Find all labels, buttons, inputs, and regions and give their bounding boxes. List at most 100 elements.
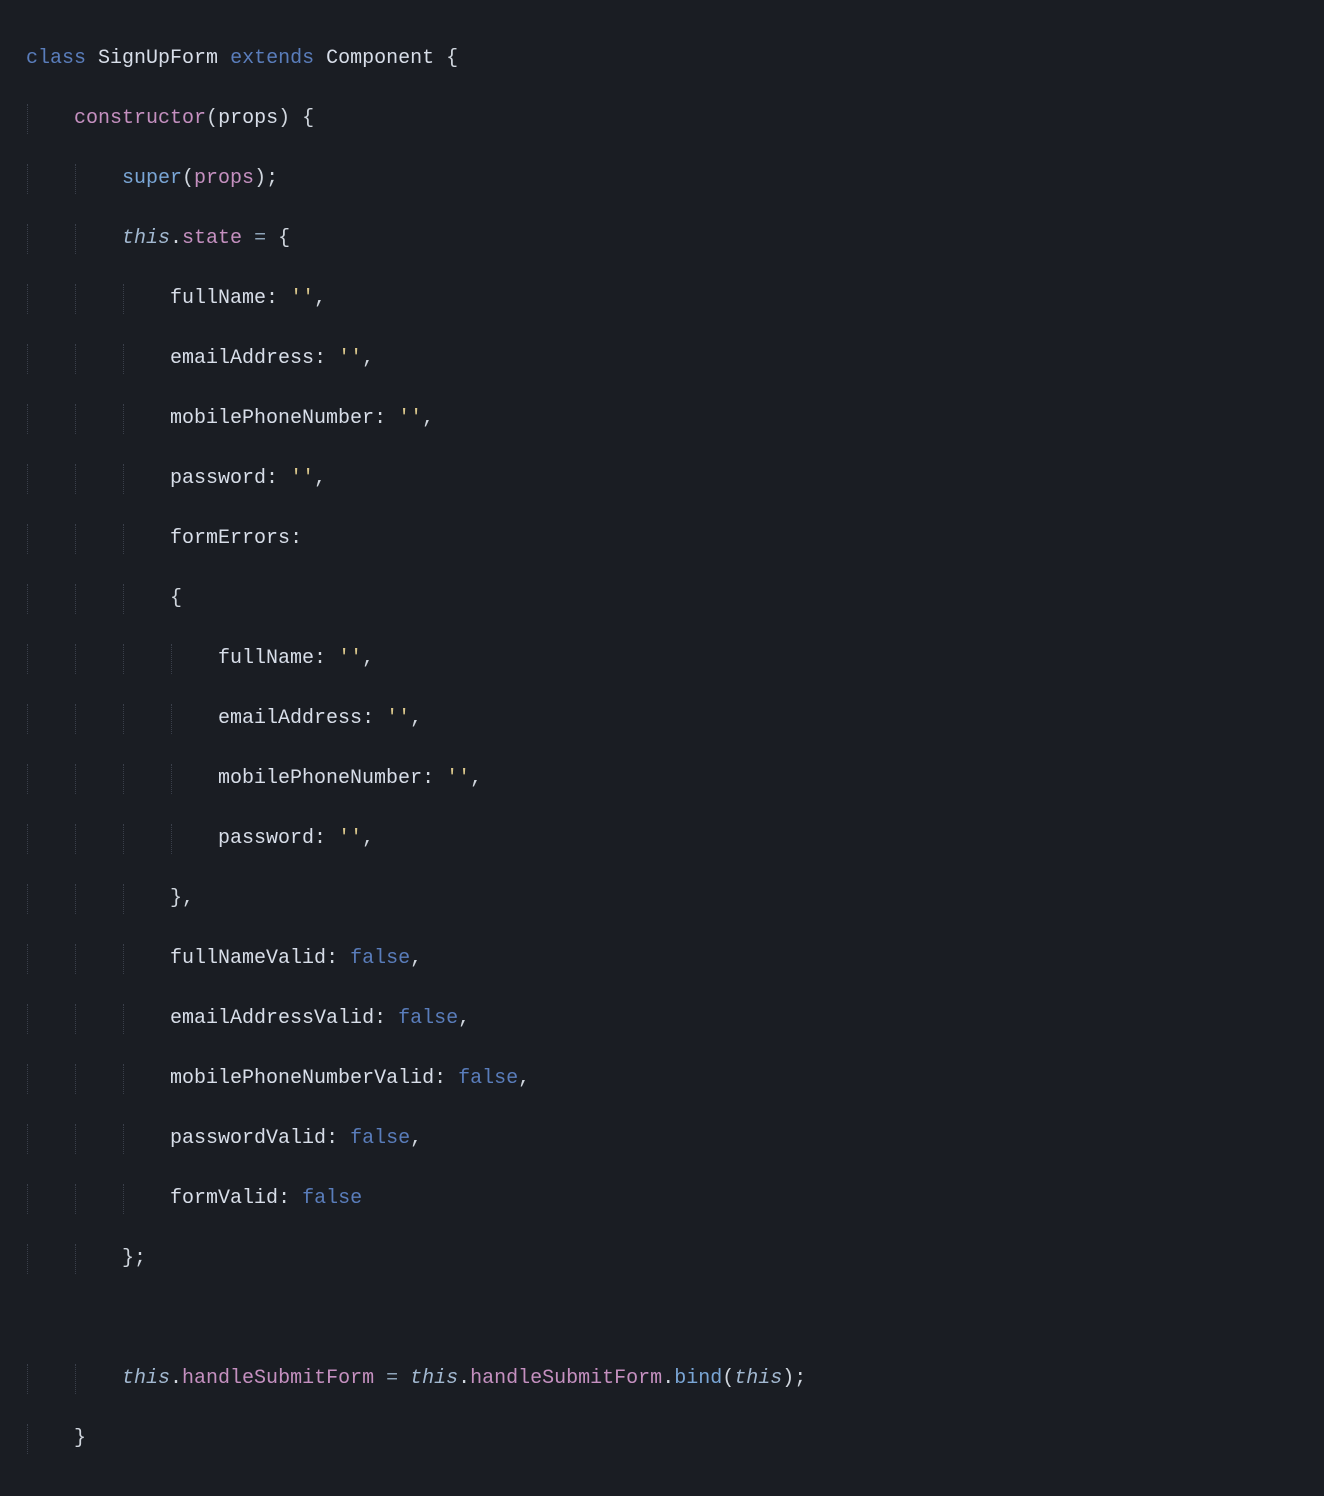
string-empty: '' <box>290 287 314 310</box>
dot: . <box>170 227 182 250</box>
string-empty: '' <box>398 407 422 430</box>
semicolon: ; <box>794 1367 806 1390</box>
brace: } <box>170 887 182 910</box>
code-line: } <box>26 1424 1324 1454</box>
code-editor[interactable]: class SignUpForm extends Component { con… <box>0 0 1324 1496</box>
code-line: formValid: false <box>26 1184 1324 1214</box>
brace: { <box>302 107 314 130</box>
brace: { <box>170 587 182 610</box>
comma: , <box>410 707 422 730</box>
prop-handleSubmitForm: handleSubmitForm <box>182 1367 374 1390</box>
boolean-false: false <box>398 1007 458 1030</box>
colon: : <box>374 407 386 430</box>
key-emailAddressValid: emailAddressValid <box>170 1007 374 1030</box>
dot: . <box>170 1367 182 1390</box>
this: this <box>122 1367 170 1390</box>
comma: , <box>362 827 374 850</box>
comma: , <box>422 407 434 430</box>
dot: . <box>458 1367 470 1390</box>
key-fullNameValid: fullNameValid <box>170 947 326 970</box>
prop-handleSubmitForm: handleSubmitForm <box>470 1367 662 1390</box>
this: this <box>410 1367 458 1390</box>
code-line: mobilePhoneNumberValid: false, <box>26 1064 1324 1094</box>
colon: : <box>266 287 278 310</box>
code-line: fullName: '', <box>26 644 1324 674</box>
semicolon: ; <box>266 167 278 190</box>
string-empty: '' <box>338 347 362 370</box>
paren: ) <box>782 1367 794 1390</box>
code-line: this.state = { <box>26 224 1324 254</box>
comma: , <box>314 467 326 490</box>
code-line: emailAddressValid: false, <box>26 1004 1324 1034</box>
colon: : <box>422 767 434 790</box>
code-line: mobilePhoneNumber: '', <box>26 404 1324 434</box>
super-call: super <box>122 167 182 190</box>
colon: : <box>314 347 326 370</box>
colon: : <box>434 1067 446 1090</box>
colon: : <box>278 1187 290 1210</box>
comma: , <box>470 767 482 790</box>
colon: : <box>266 467 278 490</box>
boolean-false: false <box>350 1127 410 1150</box>
key-fullName: fullName <box>170 287 266 310</box>
colon: : <box>326 947 338 970</box>
key-mobilePhoneNumberValid: mobilePhoneNumberValid <box>170 1067 434 1090</box>
this: this <box>734 1367 782 1390</box>
comma: , <box>182 887 194 910</box>
key-emailAddress: emailAddress <box>218 707 362 730</box>
code-line: password: '', <box>26 464 1324 494</box>
string-empty: '' <box>338 647 362 670</box>
dot: . <box>662 1367 674 1390</box>
constructor: constructor <box>74 107 206 130</box>
code-line: }, <box>26 884 1324 914</box>
code-line: fullName: '', <box>26 284 1324 314</box>
brace: } <box>74 1427 86 1450</box>
code-line: passwordValid: false, <box>26 1124 1324 1154</box>
paren: ( <box>722 1367 734 1390</box>
code-line: this.handleSubmitForm = this.handleSubmi… <box>26 1364 1324 1394</box>
colon: : <box>314 827 326 850</box>
code-line: constructor(props) { <box>26 104 1324 134</box>
param-props: props <box>218 107 278 130</box>
comma: , <box>362 647 374 670</box>
string-empty: '' <box>290 467 314 490</box>
key-mobilePhoneNumber: mobilePhoneNumber <box>218 767 422 790</box>
colon: : <box>290 527 302 550</box>
comma: , <box>314 287 326 310</box>
string-empty: '' <box>338 827 362 850</box>
key-mobilePhoneNumber: mobilePhoneNumber <box>170 407 374 430</box>
code-line: password: '', <box>26 824 1324 854</box>
key-fullName: fullName <box>218 647 314 670</box>
brace: { <box>446 47 458 70</box>
key-emailAddress: emailAddress <box>170 347 314 370</box>
comma: , <box>362 347 374 370</box>
paren: ) <box>254 167 266 190</box>
key-formErrors: formErrors <box>170 527 290 550</box>
code-line: mobilePhoneNumber: '', <box>26 764 1324 794</box>
key-passwordValid: passwordValid <box>170 1127 326 1150</box>
colon: : <box>314 647 326 670</box>
comma: , <box>410 1127 422 1150</box>
key-password: password <box>170 467 266 490</box>
comma: , <box>410 947 422 970</box>
colon: : <box>362 707 374 730</box>
key-formValid: formValid <box>170 1187 278 1210</box>
comma: , <box>518 1067 530 1090</box>
class-name: SignUpForm <box>98 47 218 70</box>
brace: } <box>122 1247 134 1270</box>
paren: ( <box>182 167 194 190</box>
code-line: formErrors: <box>26 524 1324 554</box>
boolean-false: false <box>302 1187 362 1210</box>
boolean-false: false <box>458 1067 518 1090</box>
bind-call: bind <box>674 1367 722 1390</box>
brace: { <box>278 227 290 250</box>
key-password: password <box>218 827 314 850</box>
string-empty: '' <box>446 767 470 790</box>
code-line <box>26 1304 1324 1334</box>
keyword-extends: extends <box>230 47 314 70</box>
this: this <box>122 227 170 250</box>
code-line: fullNameValid: false, <box>26 944 1324 974</box>
code-line: }; <box>26 1244 1324 1274</box>
string-empty: '' <box>386 707 410 730</box>
state-prop: state <box>182 227 242 250</box>
